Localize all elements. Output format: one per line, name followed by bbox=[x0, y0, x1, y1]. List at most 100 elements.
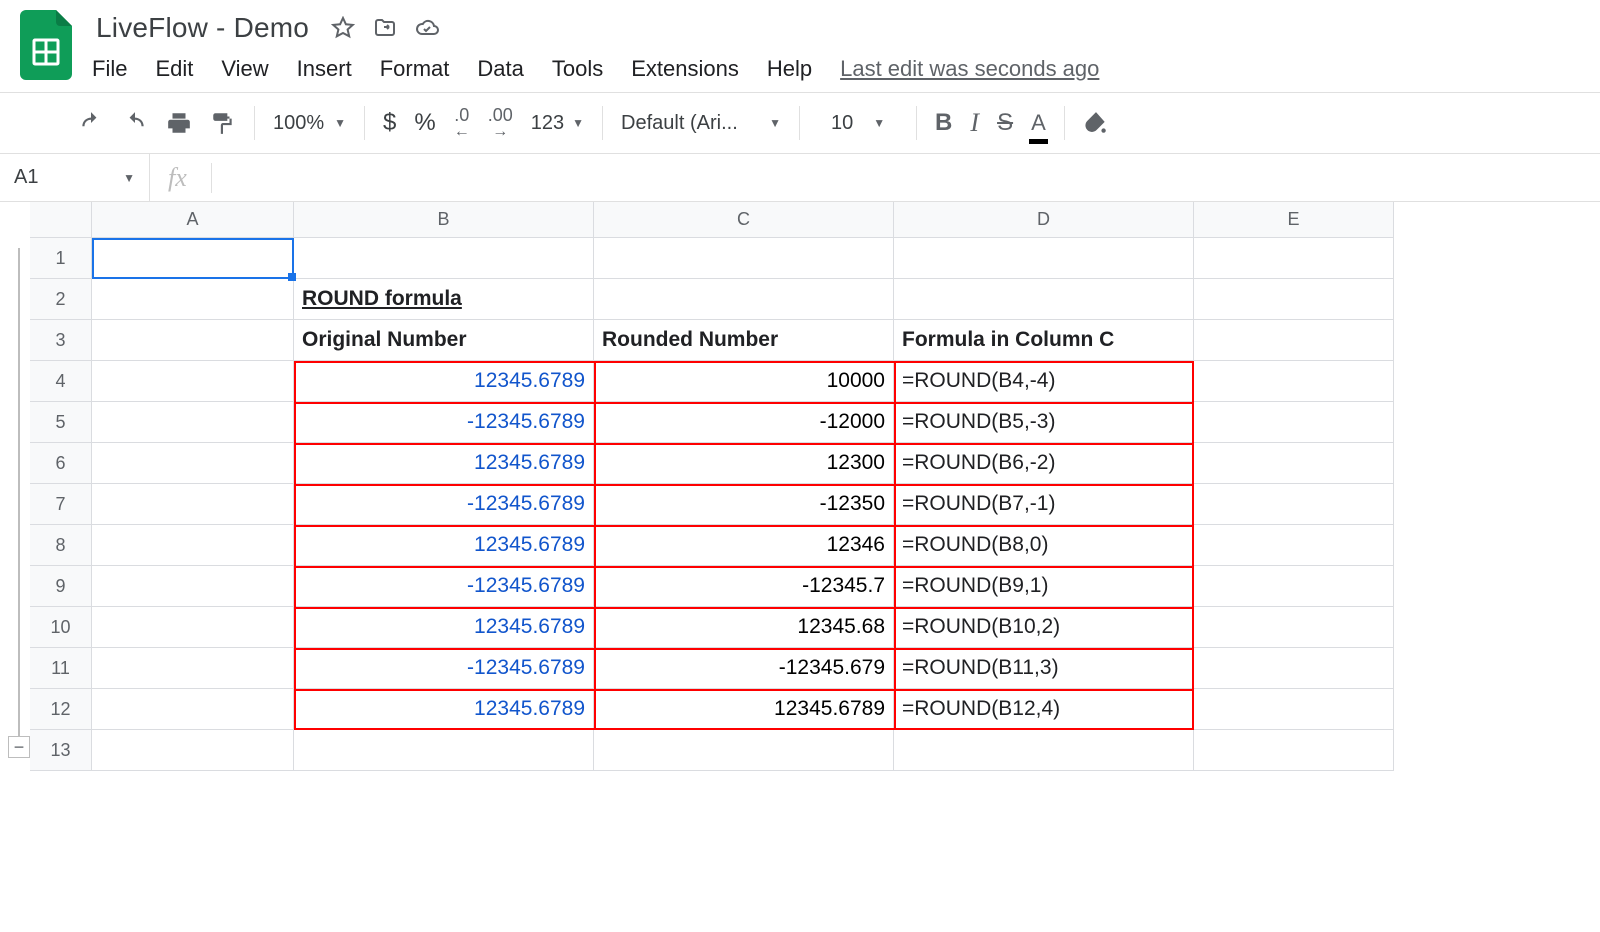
menu-help[interactable]: Help bbox=[767, 56, 812, 82]
cell-B9[interactable]: -12345.6789 bbox=[294, 566, 594, 607]
cell-E12[interactable] bbox=[1194, 689, 1394, 730]
decrease-decimal-button[interactable]: .0← bbox=[454, 106, 470, 140]
cell-D8[interactable]: =ROUND(B8,0) bbox=[894, 525, 1194, 566]
cell-C2[interactable] bbox=[594, 279, 894, 320]
row-header-2[interactable]: 2 bbox=[30, 279, 92, 320]
cell-B2[interactable]: ROUND formula bbox=[294, 279, 594, 320]
cell-D2[interactable] bbox=[894, 279, 1194, 320]
row-header-11[interactable]: 11 bbox=[30, 648, 92, 689]
star-icon[interactable] bbox=[331, 16, 355, 40]
cell-B7[interactable]: -12345.6789 bbox=[294, 484, 594, 525]
increase-decimal-button[interactable]: .00→ bbox=[488, 106, 513, 140]
bold-button[interactable]: B bbox=[935, 106, 952, 140]
menu-data[interactable]: Data bbox=[477, 56, 523, 82]
cell-C12[interactable]: 12345.6789 bbox=[594, 689, 894, 730]
cell-B1[interactable] bbox=[294, 238, 594, 279]
cell-E5[interactable] bbox=[1194, 402, 1394, 443]
cell-E6[interactable] bbox=[1194, 443, 1394, 484]
sheets-logo-icon[interactable] bbox=[20, 10, 72, 80]
cell-C11[interactable]: -12345.679 bbox=[594, 648, 894, 689]
cell-A3[interactable] bbox=[92, 320, 294, 361]
cell-A12[interactable] bbox=[92, 689, 294, 730]
row-header-13[interactable]: 13 bbox=[30, 730, 92, 771]
font-size-dropdown[interactable]: 10▼ bbox=[818, 112, 898, 135]
menu-extensions[interactable]: Extensions bbox=[631, 56, 739, 82]
row-header-9[interactable]: 9 bbox=[30, 566, 92, 607]
name-box[interactable]: A1▼ bbox=[0, 154, 150, 201]
paint-format-button[interactable] bbox=[210, 106, 236, 140]
fill-color-button[interactable] bbox=[1083, 106, 1109, 140]
cell-B6[interactable]: 12345.6789 bbox=[294, 443, 594, 484]
cell-E4[interactable] bbox=[1194, 361, 1394, 402]
cell-D4[interactable]: =ROUND(B4,-4) bbox=[894, 361, 1194, 402]
cell-C9[interactable]: -12345.7 bbox=[594, 566, 894, 607]
cell-D12[interactable]: =ROUND(B12,4) bbox=[894, 689, 1194, 730]
currency-button[interactable]: $ bbox=[383, 106, 396, 140]
zoom-dropdown[interactable]: 100%▼ bbox=[273, 112, 346, 135]
cell-grid[interactable]: ROUND formula Original Number Rounded Nu… bbox=[92, 238, 1394, 771]
menu-tools[interactable]: Tools bbox=[552, 56, 603, 82]
strikethrough-button[interactable]: S bbox=[997, 106, 1013, 140]
cell-C6[interactable]: 12300 bbox=[594, 443, 894, 484]
cell-A6[interactable] bbox=[92, 443, 294, 484]
row-header-5[interactable]: 5 bbox=[30, 402, 92, 443]
cell-D13[interactable] bbox=[894, 730, 1194, 771]
cell-D3[interactable]: Formula in Column C bbox=[894, 320, 1194, 361]
cell-C5[interactable]: -12000 bbox=[594, 402, 894, 443]
text-color-button[interactable]: A bbox=[1031, 106, 1046, 140]
cell-C10[interactable]: 12345.68 bbox=[594, 607, 894, 648]
number-format-dropdown[interactable]: 123▼ bbox=[531, 112, 584, 135]
cell-D11[interactable]: =ROUND(B11,3) bbox=[894, 648, 1194, 689]
move-folder-icon[interactable] bbox=[373, 16, 397, 40]
cell-B11[interactable]: -12345.6789 bbox=[294, 648, 594, 689]
print-button[interactable] bbox=[166, 106, 192, 140]
cell-D1[interactable] bbox=[894, 238, 1194, 279]
cell-C3[interactable]: Rounded Number bbox=[594, 320, 894, 361]
row-header-1[interactable]: 1 bbox=[30, 238, 92, 279]
font-dropdown[interactable]: Default (Ari...▼ bbox=[621, 112, 781, 135]
cell-A10[interactable] bbox=[92, 607, 294, 648]
row-header-10[interactable]: 10 bbox=[30, 607, 92, 648]
row-header-6[interactable]: 6 bbox=[30, 443, 92, 484]
cell-C4[interactable]: 10000 bbox=[594, 361, 894, 402]
formula-bar-input[interactable] bbox=[212, 154, 1600, 201]
menu-file[interactable]: File bbox=[92, 56, 127, 82]
cell-D10[interactable]: =ROUND(B10,2) bbox=[894, 607, 1194, 648]
row-group-collapse-button[interactable]: − bbox=[8, 736, 30, 758]
cell-A5[interactable] bbox=[92, 402, 294, 443]
cell-E1[interactable] bbox=[1194, 238, 1394, 279]
last-edit-link[interactable]: Last edit was seconds ago bbox=[840, 56, 1099, 82]
cell-E10[interactable] bbox=[1194, 607, 1394, 648]
cell-D6[interactable]: =ROUND(B6,-2) bbox=[894, 443, 1194, 484]
italic-button[interactable]: I bbox=[970, 106, 979, 140]
cell-E7[interactable] bbox=[1194, 484, 1394, 525]
col-header-D[interactable]: D bbox=[894, 202, 1194, 238]
cell-B3[interactable]: Original Number bbox=[294, 320, 594, 361]
cell-D5[interactable]: =ROUND(B5,-3) bbox=[894, 402, 1194, 443]
select-all-corner[interactable] bbox=[30, 202, 92, 238]
cell-A9[interactable] bbox=[92, 566, 294, 607]
cell-D9[interactable]: =ROUND(B9,1) bbox=[894, 566, 1194, 607]
cell-B10[interactable]: 12345.6789 bbox=[294, 607, 594, 648]
row-header-4[interactable]: 4 bbox=[30, 361, 92, 402]
cell-C1[interactable] bbox=[594, 238, 894, 279]
row-header-12[interactable]: 12 bbox=[30, 689, 92, 730]
cloud-status-icon[interactable] bbox=[415, 16, 439, 40]
undo-button[interactable] bbox=[78, 106, 104, 140]
cell-C7[interactable]: -12350 bbox=[594, 484, 894, 525]
row-header-3[interactable]: 3 bbox=[30, 320, 92, 361]
percent-button[interactable]: % bbox=[414, 106, 435, 140]
cell-B13[interactable] bbox=[294, 730, 594, 771]
col-header-C[interactable]: C bbox=[594, 202, 894, 238]
row-header-8[interactable]: 8 bbox=[30, 525, 92, 566]
cell-E8[interactable] bbox=[1194, 525, 1394, 566]
cell-B8[interactable]: 12345.6789 bbox=[294, 525, 594, 566]
cell-E9[interactable] bbox=[1194, 566, 1394, 607]
cell-E2[interactable] bbox=[1194, 279, 1394, 320]
cell-A2[interactable] bbox=[92, 279, 294, 320]
cell-E13[interactable] bbox=[1194, 730, 1394, 771]
col-header-A[interactable]: A bbox=[92, 202, 294, 238]
menu-format[interactable]: Format bbox=[380, 56, 450, 82]
menu-view[interactable]: View bbox=[221, 56, 268, 82]
cell-D7[interactable]: =ROUND(B7,-1) bbox=[894, 484, 1194, 525]
